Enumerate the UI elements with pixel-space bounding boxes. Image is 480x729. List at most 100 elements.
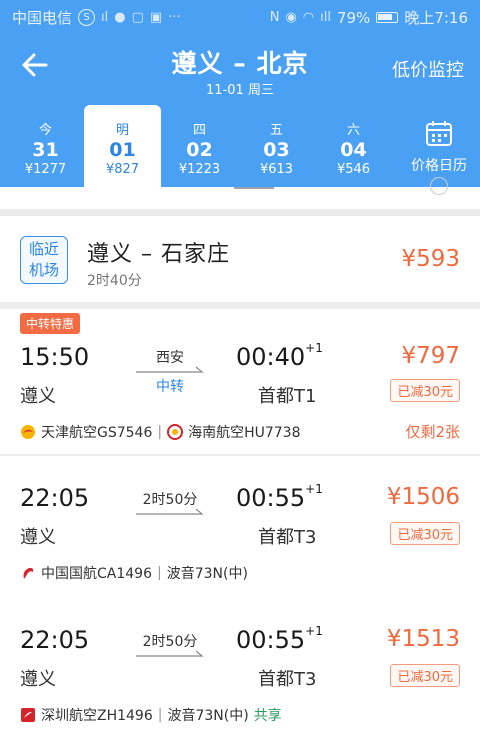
arrival-time-value: 00:55 bbox=[236, 626, 306, 654]
seats-left: 仅剩2张 bbox=[405, 423, 460, 441]
date-tab[interactable]: 四 02 ¥1223 bbox=[161, 105, 238, 187]
arrival-airport: 首都T3 bbox=[258, 669, 317, 690]
price-calendar-button[interactable]: 价格日历 bbox=[398, 105, 480, 187]
badge-line1: 临近 bbox=[28, 240, 59, 258]
date-tab-weekday: 六 bbox=[346, 123, 360, 138]
calendar-icon bbox=[426, 121, 452, 146]
day-offset: +1 bbox=[305, 482, 323, 496]
airline-name: 中国国航CA1496 bbox=[41, 566, 152, 582]
arrival-time-value: 00:55 bbox=[236, 484, 306, 512]
separator: | bbox=[157, 424, 163, 440]
departure-airport: 遵义 bbox=[20, 669, 56, 690]
flight-duration: 2时50分 bbox=[142, 634, 198, 650]
date-tab[interactable]: 五 03 ¥613 bbox=[238, 105, 315, 187]
wifi-icon: ◠ bbox=[302, 10, 315, 25]
calendar-label: 价格日历 bbox=[411, 158, 467, 174]
aircraft-type: 波音73N(中) bbox=[167, 708, 249, 724]
date-tab-day: 31 bbox=[32, 139, 59, 161]
aircraft-type: 波音73N(中) bbox=[166, 566, 248, 582]
date-tab-day: 01 bbox=[109, 139, 136, 161]
carrier-label: 中国电信 bbox=[12, 9, 73, 27]
day-offset: +1 bbox=[305, 341, 323, 355]
transfer-city: 西安 bbox=[156, 350, 184, 366]
hainan-airlines-logo-icon bbox=[167, 424, 184, 440]
network-icon: ıll bbox=[320, 10, 331, 25]
circle-icon bbox=[430, 177, 448, 195]
signal-icon: ıl bbox=[101, 10, 109, 25]
airline-row: 深圳航空ZH1496 | 波音73N(中) 共享 bbox=[20, 705, 282, 725]
airline-row: 天津航空GS7546 | 海南航空HU7738 bbox=[20, 422, 301, 442]
departure-airport: 遵义 bbox=[20, 386, 56, 407]
chat-icon: ● bbox=[114, 10, 126, 25]
date-tab-day: 03 bbox=[263, 139, 290, 161]
departure-time: 22:05 bbox=[20, 626, 90, 654]
price-monitor-button[interactable]: 低价监控 bbox=[392, 56, 464, 82]
divider bbox=[234, 187, 274, 189]
date-tabs: 今 31 ¥1277 明 01 ¥827 四 02 ¥1223 五 03 ¥61… bbox=[0, 105, 480, 187]
flight-price: ¥797 bbox=[401, 343, 460, 369]
promo-badge: 中转特惠 bbox=[20, 313, 81, 334]
departure-time: 22:05 bbox=[20, 484, 90, 512]
day-offset: +1 bbox=[305, 624, 323, 638]
codeshare-label: 共享 bbox=[253, 708, 282, 724]
arrival-airport: 首都T1 bbox=[258, 386, 317, 407]
flight-price: ¥1506 bbox=[386, 484, 460, 510]
route-arrow-icon bbox=[136, 508, 204, 515]
battery-icon bbox=[376, 12, 399, 23]
date-tab-day: 04 bbox=[340, 139, 367, 161]
tianjin-airlines-logo-icon bbox=[21, 425, 35, 439]
nfc-icon: N bbox=[269, 10, 280, 25]
shenzhen-airlines-logo-icon bbox=[21, 708, 35, 722]
airline-name: 海南航空HU7738 bbox=[188, 425, 301, 441]
airline-row: 中国国航CA1496 | 波音73N(中) bbox=[20, 563, 248, 583]
date-tab-weekday: 今 bbox=[38, 123, 52, 138]
arrival-time-value: 00:40 bbox=[236, 343, 306, 371]
nearby-airport-badge: 临近 机场 bbox=[20, 236, 68, 284]
date-tab-day: 02 bbox=[186, 139, 213, 161]
date-tab-price: ¥1223 bbox=[178, 162, 221, 177]
header-bar: 中国电信 S ıl ● ▢ ▣ ··· N ◉ ◠ ıll 79% 晚上7:16… bbox=[0, 0, 480, 187]
date-tab-price: ¥1277 bbox=[24, 162, 67, 177]
nearby-airport-card[interactable]: 临近 机场 遵义 – 石家庄 2时40分 ¥593 bbox=[0, 216, 480, 302]
airline-name: 天津航空GS7546 bbox=[41, 425, 153, 441]
arrival-time: 00:55+1 bbox=[236, 482, 323, 512]
status-bar: 中国电信 S ıl ● ▢ ▣ ··· N ◉ ◠ ıll 79% 晚上7:16 bbox=[0, 0, 480, 32]
discount-badge: 已减30元 bbox=[390, 522, 460, 545]
app-icon: ▣ bbox=[149, 10, 163, 25]
nearby-duration: 2时40分 bbox=[87, 273, 142, 289]
date-tab[interactable]: 六 04 ¥546 bbox=[315, 105, 392, 187]
nearby-route: 遵义 – 石家庄 bbox=[87, 242, 230, 267]
date-tab-selected[interactable]: 明 01 ¥827 bbox=[84, 105, 161, 187]
date-tab-weekday: 明 bbox=[115, 123, 129, 138]
date-tab-weekday: 四 bbox=[192, 123, 206, 138]
air-china-logo-icon bbox=[23, 567, 34, 579]
flight-duration: 2时50分 bbox=[142, 492, 198, 508]
flight-card[interactable]: 中转特惠 15:50 西安 中转 00:40+1 ¥797 遵义 首都T1 已减… bbox=[0, 309, 480, 454]
arrival-time: 00:40+1 bbox=[236, 341, 323, 371]
flight-card[interactable]: 22:05 2时50分 00:55+1 ¥1513 遵义 首都T3 已减30元 … bbox=[0, 598, 480, 729]
separator: | bbox=[156, 565, 162, 581]
s-badge-icon: S bbox=[78, 9, 96, 26]
flight-price: ¥1513 bbox=[386, 626, 460, 652]
eye-icon: ◉ bbox=[285, 10, 297, 25]
departure-airport: 遵义 bbox=[20, 527, 56, 548]
message-icon: ▢ bbox=[131, 10, 144, 25]
badge-line2: 机场 bbox=[28, 261, 59, 279]
discount-badge: 已减30元 bbox=[390, 664, 460, 687]
arrival-time: 00:55+1 bbox=[236, 624, 323, 654]
partial-card bbox=[0, 177, 480, 209]
transfer-label: 中转 bbox=[156, 379, 184, 395]
flight-card[interactable]: 22:05 2时50分 00:55+1 ¥1506 遵义 首都T3 已减30元 … bbox=[0, 456, 480, 601]
date-tab-price: ¥546 bbox=[336, 162, 371, 177]
date-tab[interactable]: 今 31 ¥1277 bbox=[7, 105, 84, 187]
discount-badge: 已减30元 bbox=[390, 379, 460, 402]
date-tab-weekday: 五 bbox=[269, 123, 283, 138]
separator: | bbox=[157, 707, 163, 723]
clock: 晚上7:16 bbox=[404, 9, 468, 27]
route-arrow-icon bbox=[136, 366, 204, 373]
arrival-airport: 首都T3 bbox=[258, 527, 317, 548]
airline-name: 深圳航空ZH1496 bbox=[41, 708, 153, 724]
battery-level: 79% bbox=[336, 8, 371, 27]
date-tab-price: ¥613 bbox=[259, 162, 294, 177]
date-tab-price: ¥827 bbox=[105, 162, 140, 177]
